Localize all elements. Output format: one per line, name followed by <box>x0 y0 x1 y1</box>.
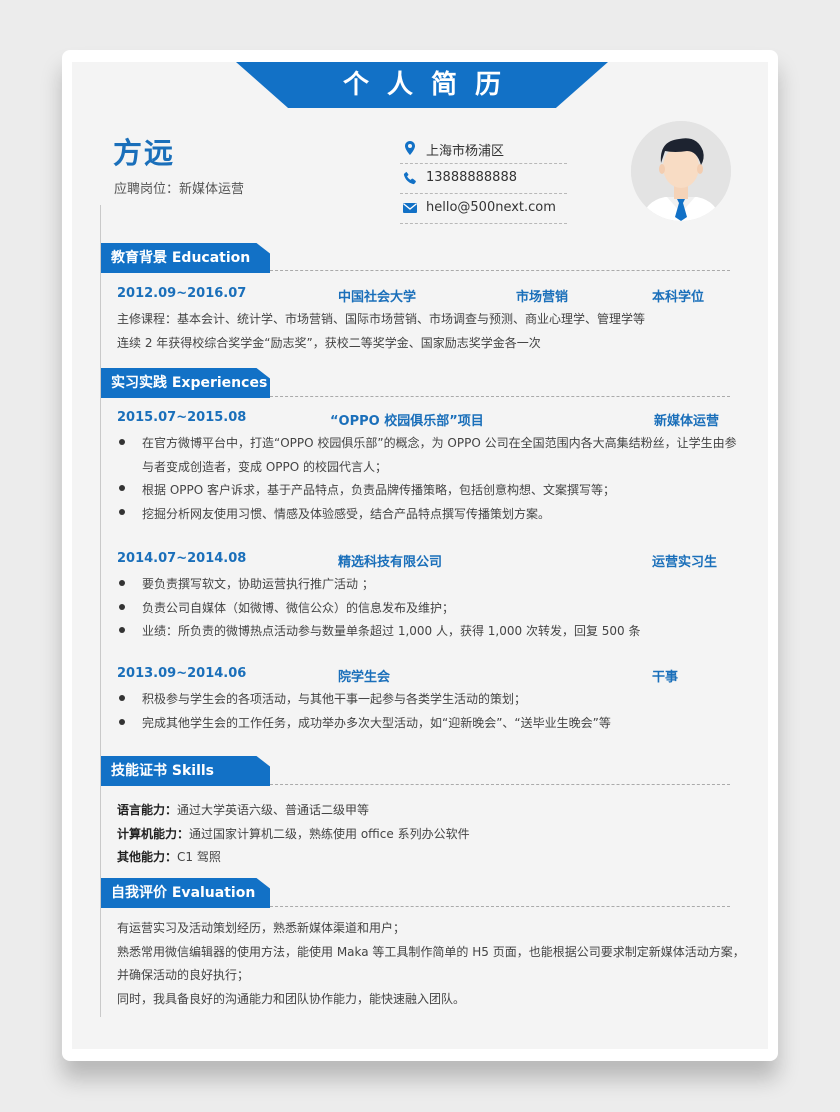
bullet-dot <box>119 580 125 586</box>
exp3-period: 2013.09~2014.06 <box>117 666 247 681</box>
candidate-name: 方远 <box>113 136 176 170</box>
exp3-org: 院学生会 <box>338 670 391 685</box>
bullet-dot <box>119 627 125 633</box>
eval-line-4: 同时，我具备良好的沟通能力和团队协作能力，能快速融入团队。 <box>117 992 466 1006</box>
bullet-dot <box>119 719 125 725</box>
eval-line-1: 有运营实习及活动策划经历，熟悉新媒体渠道和用户； <box>117 921 406 935</box>
contact-phone: 13888888888 <box>400 164 567 194</box>
bullet-dot <box>119 695 125 701</box>
section-title-experiences: 实习实践 Experiences <box>111 375 268 391</box>
skill-value: 通过大学英语六级、普通话二级甲等 <box>177 803 370 817</box>
skill-language: 语言能力：通过大学英语六级、普通话二级甲等 <box>117 801 369 818</box>
contact-location: 上海市杨浦区 <box>400 134 567 164</box>
section-title-evaluation: 自我评价 Evaluation <box>111 885 256 901</box>
left-timeline-line <box>100 205 101 1017</box>
exp2-bullet-3: 业绩：所负责的微博热点活动参与数量单条超过 1,000 人，获得 1,000 次… <box>142 624 641 638</box>
mail-icon <box>403 203 417 213</box>
section-title-skills: 技能证书 Skills <box>111 763 214 779</box>
section-divider <box>270 784 730 785</box>
skill-value: C1 驾照 <box>177 850 221 864</box>
exp1-bullet-1: 在官方微博平台中，打造“OPPO 校园俱乐部”的概念，为 OPPO 公司在全国范… <box>142 436 737 450</box>
exp1-bullet-1-cont: 与者变成创造者，变成 OPPO 的校园代言人； <box>142 460 387 474</box>
skill-label: 语言能力： <box>117 803 178 817</box>
location-pin-icon <box>405 141 415 155</box>
edu-degree: 本科学位 <box>652 290 705 305</box>
edu-awards: 连续 2 年获得校综合奖学金“励志奖”，获校二等奖学金、国家励志奖学金各一次 <box>117 336 541 350</box>
bullet-dot <box>119 509 125 515</box>
exp3-bullet-2: 完成其他学生会的工作任务，成功举办多次大型活动，如“迎新晚会”、“送毕业生晚会”… <box>142 716 611 730</box>
section-tab-evaluation: 自我评价 Evaluation <box>101 878 270 908</box>
contact-email: hello@500next.com <box>400 194 567 224</box>
section-title-education: 教育背景 Education <box>111 250 251 266</box>
skill-computer: 计算机能力：通过国家计算机二级，熟练使用 office 系列办公软件 <box>117 825 470 842</box>
bullet-dot <box>119 485 125 491</box>
skill-value: 通过国家计算机二级，熟练使用 office 系列办公软件 <box>189 827 470 841</box>
exp3-role: 干事 <box>652 670 679 685</box>
exp2-bullet-1: 要负责撰写软文，协助运营执行推广活动 ； <box>142 577 374 591</box>
contact-location-text: 上海市杨浦区 <box>426 144 505 159</box>
skill-label: 其他能力： <box>117 850 178 864</box>
edu-school: 中国社会大学 <box>338 290 417 305</box>
bullet-dot <box>119 604 125 610</box>
exp2-role: 运营实习生 <box>652 555 718 570</box>
edu-major: 市场营销 <box>516 290 569 305</box>
applied-position: 应聘岗位：新媒体运营 <box>114 178 244 197</box>
section-tab-experiences: 实习实践 Experiences <box>101 368 270 398</box>
section-divider <box>270 396 730 397</box>
exp1-period: 2015.07~2015.08 <box>117 410 247 425</box>
eval-line-2: 熟悉常用微信编辑器的使用方法，能使用 Maka 等工具制作简单的 H5 页面，也… <box>117 945 745 959</box>
eval-line-3: 并确保活动的良好执行； <box>117 968 250 982</box>
page-title: 个人简历 <box>342 70 519 100</box>
section-tab-skills: 技能证书 Skills <box>101 756 270 786</box>
exp1-org: “OPPO 校园俱乐部”项目 <box>330 414 484 429</box>
contact-phone-text: 13888888888 <box>426 170 517 185</box>
section-divider <box>270 906 730 907</box>
exp2-bullet-2: 负责公司自媒体（如微博、微信公众）的信息发布及维护； <box>142 601 455 615</box>
skill-label: 计算机能力： <box>117 827 190 841</box>
phone-icon <box>403 171 416 185</box>
contact-email-text: hello@500next.com <box>426 200 556 215</box>
exp1-role: 新媒体运营 <box>654 414 720 429</box>
exp1-bullet-3: 挖掘分析网友使用习惯、情感及体验感受，结合产品特点撰写传播策划方案。 <box>142 507 551 521</box>
exp3-bullet-1: 积极参与学生会的各项活动，与其他干事一起参与各类学生活动的策划； <box>142 692 527 706</box>
exp1-bullet-2: 根据 OPPO 客户诉求，基于产品特点，负责品牌传播策略，包括创意构想、文案撰写… <box>142 483 615 497</box>
avatar <box>631 121 731 221</box>
section-tab-education: 教育背景 Education <box>101 243 270 273</box>
position-value: 新媒体运营 <box>179 182 245 197</box>
exp2-period: 2014.07~2014.08 <box>117 551 247 566</box>
section-divider <box>270 270 730 271</box>
edu-courses: 主修课程：基本会计、统计学、市场营销、国际市场营销、市场调查与预测、商业心理学、… <box>117 312 646 326</box>
bullet-dot <box>119 439 125 445</box>
skill-other: 其他能力：C1 驾照 <box>117 848 221 865</box>
person-avatar-icon <box>631 121 731 221</box>
position-label: 应聘岗位： <box>114 182 180 197</box>
exp2-org: 精选科技有限公司 <box>338 555 443 570</box>
edu-period: 2012.09~2016.07 <box>117 286 247 301</box>
